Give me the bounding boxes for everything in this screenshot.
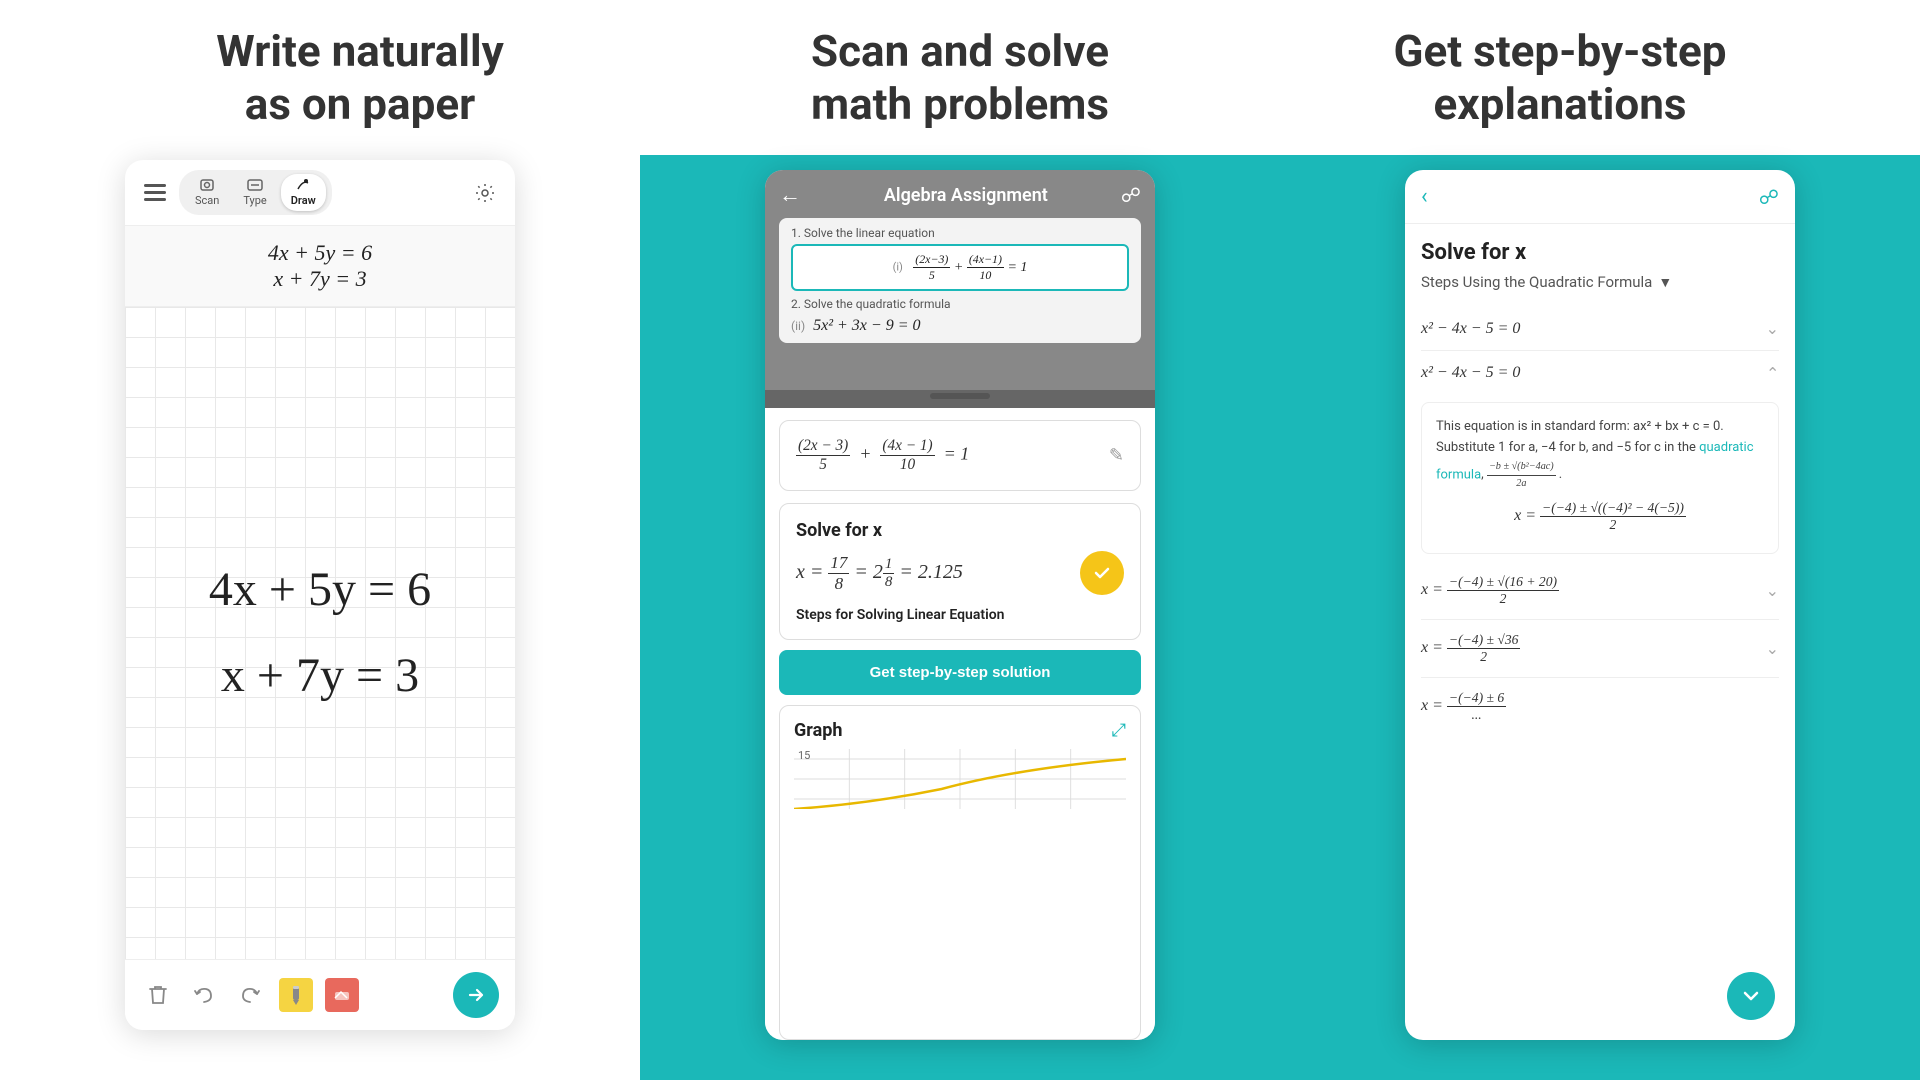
- header-title-3: Get step-by-step explanations: [1290, 25, 1830, 131]
- header-title-2: Scan and solve math problems: [690, 25, 1230, 131]
- steps-method-arrow-icon: ▼: [1658, 274, 1672, 291]
- p1-eq-math: (2x−3)5 + (4x−1)10 = 1: [913, 260, 1027, 275]
- scan-bookmark-icon[interactable]: ☍: [1121, 183, 1141, 207]
- steps-content: Solve for x Steps Using the Quadratic Fo…: [1405, 224, 1795, 1040]
- steps-eq-row-1[interactable]: x² − 4x − 5 = 0 ⌄: [1421, 307, 1779, 351]
- steps-eq-row-5[interactable]: x = −(−4) ± 6...: [1421, 678, 1779, 735]
- phone-write: Scan Type Draw: [125, 160, 515, 1030]
- scan-result-area: (2x − 3)5 + (4x − 1)10 = 1 ✎ Solve for x…: [765, 408, 1155, 1040]
- redo-icon[interactable]: [233, 978, 267, 1012]
- handwritten-area[interactable]: 4x + 5y = 6 x + 7y = 3: [125, 307, 515, 959]
- problem2-label: 2. Solve the quadratic formula: [791, 297, 1129, 311]
- steps-chevron-2: ⌄: [1766, 363, 1779, 382]
- handwritten-equations: 4x + 5y = 6 x + 7y = 3: [209, 547, 431, 720]
- steps-chevron-1: ⌄: [1766, 319, 1779, 338]
- bottom-sheet-handle-area: [765, 390, 1155, 408]
- graph-header: Graph ⤢: [794, 720, 1126, 741]
- undo-icon[interactable]: [187, 978, 221, 1012]
- p1-eq-label: (i): [893, 261, 903, 274]
- steps-chevron-3: ⌄: [1766, 581, 1779, 600]
- steps-bookmark-icon[interactable]: ☍: [1759, 185, 1779, 209]
- eraser-tool-btn[interactable]: [325, 978, 359, 1012]
- mode-btn-group: Scan Type Draw: [179, 170, 332, 215]
- sheet-handle: [930, 393, 990, 399]
- steps-eq-4: x = −(−4) ± √362: [1421, 632, 1520, 665]
- col-steps: ‹ ☍ Solve for x Steps Using the Quadrati…: [1280, 155, 1920, 1080]
- header-col-3: Get step-by-step explanations: [1260, 25, 1860, 131]
- result-equation-box: (2x − 3)5 + (4x − 1)10 = 1 ✎: [779, 420, 1141, 491]
- typed-equations: 4x + 5y = 6 x + 7y = 3: [125, 226, 515, 307]
- steps-for-solving-label: Steps for Solving Linear Equation: [796, 607, 1124, 623]
- scan-label: Scan: [195, 194, 219, 207]
- steps-eq-5: x = −(−4) ± 6...: [1421, 690, 1506, 723]
- steps-expanded-box: This equation is in standard form: ax² +…: [1421, 402, 1779, 554]
- expanded-text-after: , −b ± √(b²−4ac)2a .: [1481, 467, 1562, 482]
- scan-assignment-title: Algebra Assignment: [811, 185, 1121, 206]
- main-row: Scan Type Draw: [0, 155, 1920, 1080]
- header-title-1: Write naturally as on paper: [90, 25, 630, 131]
- solve-section: Solve for x x = 178 = 218 = 2.125: [779, 503, 1141, 640]
- solve-equation: x = 178 = 218 = 2.125: [796, 553, 963, 594]
- graph-section: Graph ⤢ 15: [779, 705, 1141, 1040]
- phone-steps: ‹ ☍ Solve for x Steps Using the Quadrati…: [1405, 170, 1795, 1040]
- steps-method-label: Steps Using the Quadratic Formula: [1421, 273, 1652, 291]
- typed-eq2: x + 7y = 3: [145, 266, 495, 292]
- graph-area: 15: [794, 749, 1126, 809]
- expanded-text: This equation is in standard form: ax² +…: [1436, 417, 1764, 492]
- scan-camera-area: ← Algebra Assignment ☍ 1. Solve the line…: [765, 170, 1155, 390]
- get-steps-button[interactable]: Get step-by-step solution: [779, 650, 1141, 695]
- scan-problem-area: 1. Solve the linear equation (i) (2x−3)5…: [779, 218, 1141, 343]
- scan-back-btn[interactable]: ←: [779, 182, 801, 208]
- steps-main-title: Solve for x: [1421, 240, 1779, 265]
- header-row: Write naturally as on paper Scan and sol…: [0, 0, 1920, 155]
- sidebar-icon[interactable]: [139, 177, 171, 209]
- steps-method-row: Steps Using the Quadratic Formula ▼: [1421, 273, 1779, 291]
- solve-title: Solve for x: [796, 520, 1124, 541]
- graph-title: Graph: [794, 720, 842, 741]
- expanded-text-before: This equation is in standard form: ax² +…: [1436, 419, 1724, 455]
- pencil-tool-btn[interactable]: [279, 978, 313, 1012]
- type-label: Type: [243, 194, 266, 207]
- graph-expand-icon[interactable]: ⤢: [1112, 720, 1126, 741]
- steps-top-bar: ‹ ☍: [1405, 170, 1795, 224]
- phone-scan: ← Algebra Assignment ☍ 1. Solve the line…: [765, 170, 1155, 1040]
- problem2-equation: (ii) 5x² + 3x − 9 = 0: [791, 315, 1129, 335]
- header-col-1: Write naturally as on paper: [60, 25, 660, 131]
- edit-icon[interactable]: ✎: [1109, 445, 1124, 466]
- steps-chevron-4: ⌄: [1766, 639, 1779, 658]
- col-write: Scan Type Draw: [0, 155, 640, 1080]
- steps-eq-3: x = −(−4) ± √(16 + 20)2: [1421, 574, 1559, 607]
- scroll-down-button[interactable]: [1727, 972, 1775, 1020]
- steps-eq-2: x² − 4x − 5 = 0: [1421, 364, 1520, 382]
- col-scan: ← Algebra Assignment ☍ 1. Solve the line…: [640, 155, 1280, 1080]
- draw-mode-btn[interactable]: Draw: [281, 174, 326, 211]
- header-col-2: Scan and solve math problems: [660, 25, 1260, 131]
- submit-button[interactable]: [453, 972, 499, 1018]
- draw-label: Draw: [291, 194, 316, 207]
- typed-eq1: 4x + 5y = 6: [145, 240, 495, 266]
- graph-y-label: 15: [798, 749, 810, 762]
- type-mode-btn[interactable]: Type: [233, 174, 276, 211]
- check-button[interactable]: [1080, 551, 1124, 595]
- write-toolbar: Scan Type Draw: [125, 160, 515, 226]
- hw-eq2: x + 7y = 3: [209, 633, 431, 719]
- steps-back-btn[interactable]: ‹: [1421, 184, 1428, 209]
- write-bottom-bar: [125, 959, 515, 1030]
- steps-eq-1: x² − 4x − 5 = 0: [1421, 320, 1520, 338]
- result-eq-text: (2x − 3)5 + (4x − 1)10 = 1: [796, 437, 969, 474]
- hw-eq1: 4x + 5y = 6: [209, 547, 431, 633]
- scan-top-bar: ← Algebra Assignment ☍: [779, 182, 1141, 208]
- graph-svg: [794, 749, 1126, 809]
- steps-big-eq-1: x = −(−4) ± √((−4)² − 4(−5))2: [1436, 500, 1764, 533]
- steps-eq-row-4[interactable]: x = −(−4) ± √362 ⌄: [1421, 620, 1779, 678]
- settings-icon[interactable]: [469, 177, 501, 209]
- problem1-label: 1. Solve the linear equation: [791, 226, 1129, 240]
- steps-eq-row-2[interactable]: x² − 4x − 5 = 0 ⌄: [1421, 351, 1779, 394]
- problem1-equation: (i) (2x−3)5 + (4x−1)10 = 1: [791, 244, 1129, 291]
- scan-mode-btn[interactable]: Scan: [185, 174, 229, 211]
- trash-icon[interactable]: [141, 978, 175, 1012]
- solve-result-row: x = 178 = 218 = 2.125: [796, 551, 1124, 595]
- steps-eq-row-3[interactable]: x = −(−4) ± √(16 + 20)2 ⌄: [1421, 562, 1779, 620]
